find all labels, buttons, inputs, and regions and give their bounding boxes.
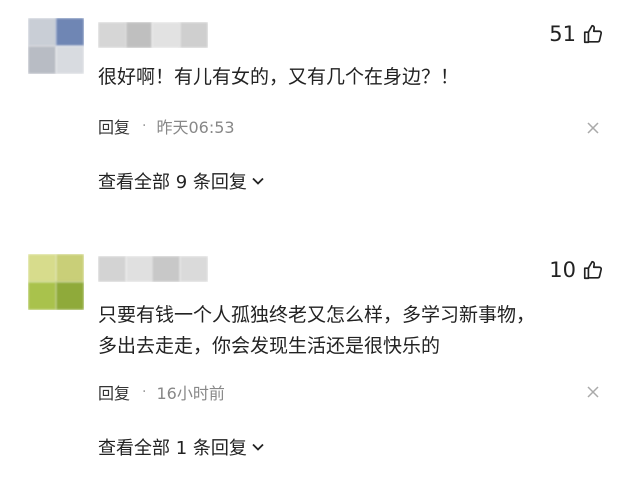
- reply-button[interactable]: 回复: [98, 114, 130, 138]
- like-button[interactable]: 10: [549, 258, 604, 282]
- close-icon[interactable]: [586, 121, 600, 135]
- view-replies-button[interactable]: 查看全部 1 条回复: [98, 434, 265, 460]
- comment-meta: 回复 · 昨天06:53: [98, 114, 235, 138]
- like-button[interactable]: 51: [549, 22, 604, 46]
- comment-list: 51 很好啊！有儿有女的，又有几个在身边？！ 回复 · 昨天06:53 查看全部…: [0, 0, 640, 478]
- comment-text: 很好啊！有儿有女的，又有几个在身边？！: [98, 62, 598, 93]
- username[interactable]: [98, 256, 208, 282]
- view-replies-label: 查看全部 1 条回复: [98, 438, 247, 459]
- chevron-down-icon: [252, 443, 264, 451]
- timestamp: 16小时前: [156, 384, 225, 403]
- separator-dot: ·: [142, 118, 147, 134]
- chevron-down-icon: [252, 177, 264, 185]
- thumbs-up-icon: [583, 260, 603, 280]
- username[interactable]: [98, 22, 208, 48]
- comment-item: 51 很好啊！有儿有女的，又有几个在身边？！ 回复 · 昨天06:53 查看全部…: [0, 0, 640, 230]
- timestamp: 昨天06:53: [156, 118, 235, 137]
- avatar[interactable]: [28, 254, 84, 310]
- comment-text-line: 很好啊！有儿有女的，又有几个在身边？！: [98, 66, 460, 88]
- reply-button[interactable]: 回复: [98, 380, 130, 404]
- view-replies-label: 查看全部 9 条回复: [98, 172, 247, 193]
- comment-text-line: 多出去走走，你会发现生活还是很快乐的: [98, 335, 441, 357]
- separator-dot: ·: [142, 384, 147, 400]
- view-replies-button[interactable]: 查看全部 9 条回复: [98, 168, 265, 194]
- thumbs-up-icon: [583, 24, 603, 44]
- comment-item: 10 只要有钱一个人孤独终老又怎么样，多学习新事物， 多出去走走，你会发现生活还…: [0, 230, 640, 478]
- close-icon[interactable]: [586, 385, 600, 399]
- comment-meta: 回复 · 16小时前: [98, 380, 225, 404]
- avatar[interactable]: [28, 18, 84, 74]
- comment-text-line: 只要有钱一个人孤独终老又怎么样，多学习新事物，: [98, 304, 536, 326]
- like-count: 10: [549, 258, 576, 282]
- comment-text: 只要有钱一个人孤独终老又怎么样，多学习新事物， 多出去走走，你会发现生活还是很快…: [98, 300, 598, 362]
- like-count: 51: [549, 22, 576, 46]
